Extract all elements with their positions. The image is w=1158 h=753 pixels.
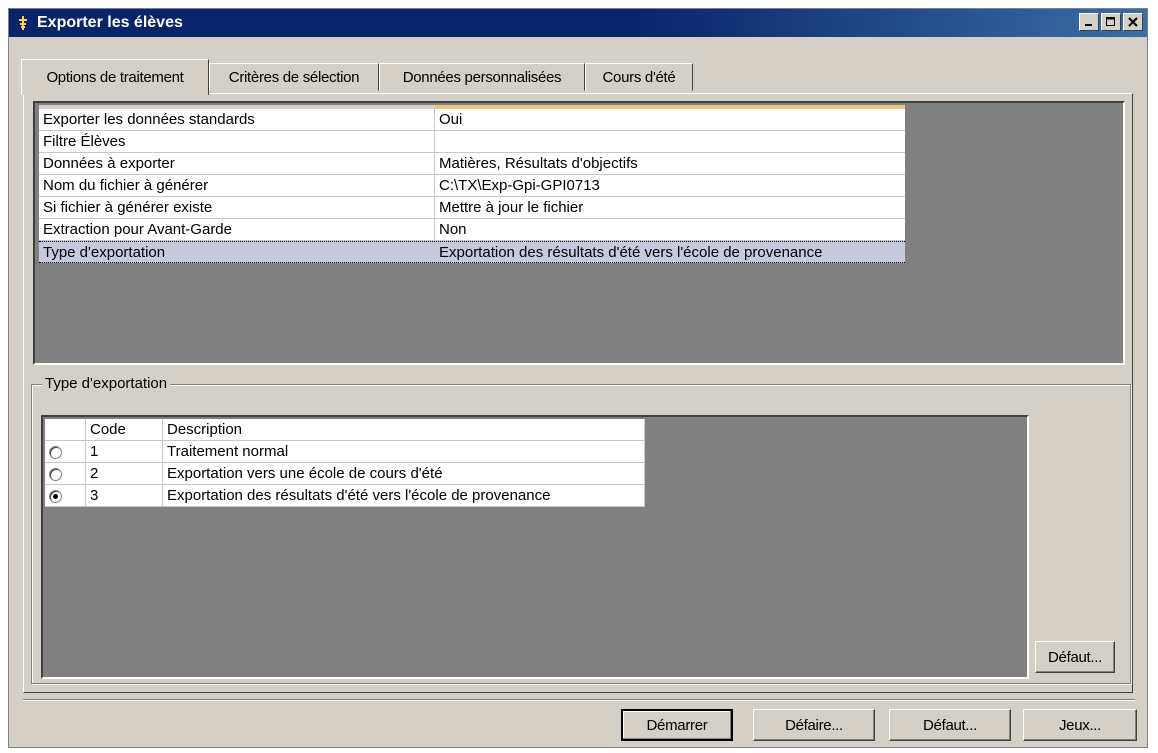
groupbox-legend: Type d'exportation	[42, 375, 171, 392]
tab-label: Données personnalisées	[402, 68, 562, 86]
undo-button[interactable]: Défaire...	[753, 709, 875, 741]
property-row[interactable]: Extraction pour Avant-Garde Non	[39, 219, 905, 241]
tab-custom-data[interactable]: Données personnalisées	[379, 63, 585, 91]
tab-summer-courses[interactable]: Cours d'été	[585, 63, 693, 91]
default-button[interactable]: Défaut...	[889, 709, 1011, 741]
app-icon	[15, 15, 31, 31]
window-title: Exporter les élèves	[37, 14, 183, 31]
property-value[interactable]: Oui	[435, 109, 905, 130]
property-row[interactable]: Exporter les données standards Oui	[39, 109, 905, 131]
property-name: Filtre Élèves	[39, 131, 435, 152]
property-row[interactable]: Données à exporter Matières, Résultats d…	[39, 153, 905, 175]
radio-column-header	[45, 419, 86, 441]
button-label: Défaut...	[923, 716, 977, 734]
property-name: Nom du fichier à générer	[39, 175, 435, 196]
tab-label: Critères de sélection	[228, 68, 360, 86]
tab-processing-options[interactable]: Options de traitement	[21, 59, 209, 95]
code-cell: 2	[85, 462, 163, 485]
table-row[interactable]: 3 Exportation des résultats d'été vers l…	[45, 484, 645, 507]
description-cell: Exportation vers une école de cours d'ét…	[162, 462, 645, 485]
description-cell: Traitement normal	[162, 440, 645, 463]
radio-button[interactable]	[49, 445, 62, 459]
minimize-icon[interactable]	[1079, 13, 1099, 31]
maximize-icon[interactable]	[1101, 13, 1121, 31]
button-label: Défaut...	[1048, 648, 1102, 666]
property-value[interactable]: Matières, Résultats d'objectifs	[435, 153, 905, 174]
property-name: Données à exporter	[39, 153, 435, 174]
property-name: Extraction pour Avant-Garde	[39, 219, 435, 240]
export-students-window: Exporter les élèves Options de traitemen…	[8, 8, 1148, 748]
property-row[interactable]: Nom du fichier à générer C:\TX\Exp-Gpi-G…	[39, 175, 905, 197]
title-bar[interactable]: Exporter les élèves	[9, 9, 1147, 37]
code-column-header[interactable]: Code	[85, 419, 163, 441]
property-value[interactable]: Exportation des résultats d'été vers l'é…	[435, 242, 905, 262]
window-controls	[1079, 13, 1143, 31]
start-button[interactable]: Démarrer	[621, 709, 733, 741]
property-value[interactable]: Mettre à jour le fichier	[435, 197, 905, 218]
table-row[interactable]: 1 Traitement normal	[45, 440, 645, 463]
property-value[interactable]: C:\TX\Exp-Gpi-GPI0713	[435, 175, 905, 196]
sets-button[interactable]: Jeux...	[1023, 709, 1137, 741]
property-name: Si fichier à générer existe	[39, 197, 435, 218]
radio-button[interactable]	[49, 467, 62, 481]
property-name: Type d'exportation	[39, 242, 435, 262]
radio-button-checked[interactable]	[49, 489, 62, 503]
button-label: Jeux...	[1058, 716, 1102, 734]
code-cell: 3	[85, 484, 163, 507]
property-row-selected[interactable]: Type d'exportation Exportation des résul…	[39, 241, 905, 263]
radio-cell[interactable]	[45, 462, 86, 485]
property-grid-area: Exporter les données standards Oui Filtr…	[33, 101, 1125, 365]
description-column-header[interactable]: Description	[162, 419, 645, 441]
radio-cell[interactable]	[45, 440, 86, 463]
property-value[interactable]	[435, 131, 905, 152]
button-label: Défaire...	[785, 716, 843, 734]
description-cell: Exportation des résultats d'été vers l'é…	[162, 484, 645, 507]
export-type-table: Code Description 1 Traitement normal 2 E…	[45, 419, 645, 507]
property-row[interactable]: Si fichier à générer existe Mettre à jou…	[39, 197, 905, 219]
table-row[interactable]: 2 Exportation vers une école de cours d'…	[45, 462, 645, 485]
tab-selection-criteria[interactable]: Critères de sélection	[209, 63, 379, 91]
close-icon[interactable]	[1123, 13, 1143, 31]
export-type-grid-area: Code Description 1 Traitement normal 2 E…	[41, 415, 1029, 679]
footer-separator	[23, 699, 1135, 701]
tab-label: Cours d'été	[602, 68, 676, 86]
property-value[interactable]: Non	[435, 219, 905, 240]
property-name: Exporter les données standards	[39, 109, 435, 130]
tab-label: Options de traitement	[46, 69, 184, 86]
code-cell: 1	[85, 440, 163, 463]
button-label: Démarrer	[646, 716, 708, 734]
table-header-row: Code Description	[45, 419, 645, 441]
radio-cell[interactable]	[45, 484, 86, 507]
property-row[interactable]: Filtre Élèves	[39, 131, 905, 153]
property-grid: Exporter les données standards Oui Filtr…	[39, 105, 905, 263]
export-type-default-button[interactable]: Défaut...	[1035, 641, 1115, 673]
